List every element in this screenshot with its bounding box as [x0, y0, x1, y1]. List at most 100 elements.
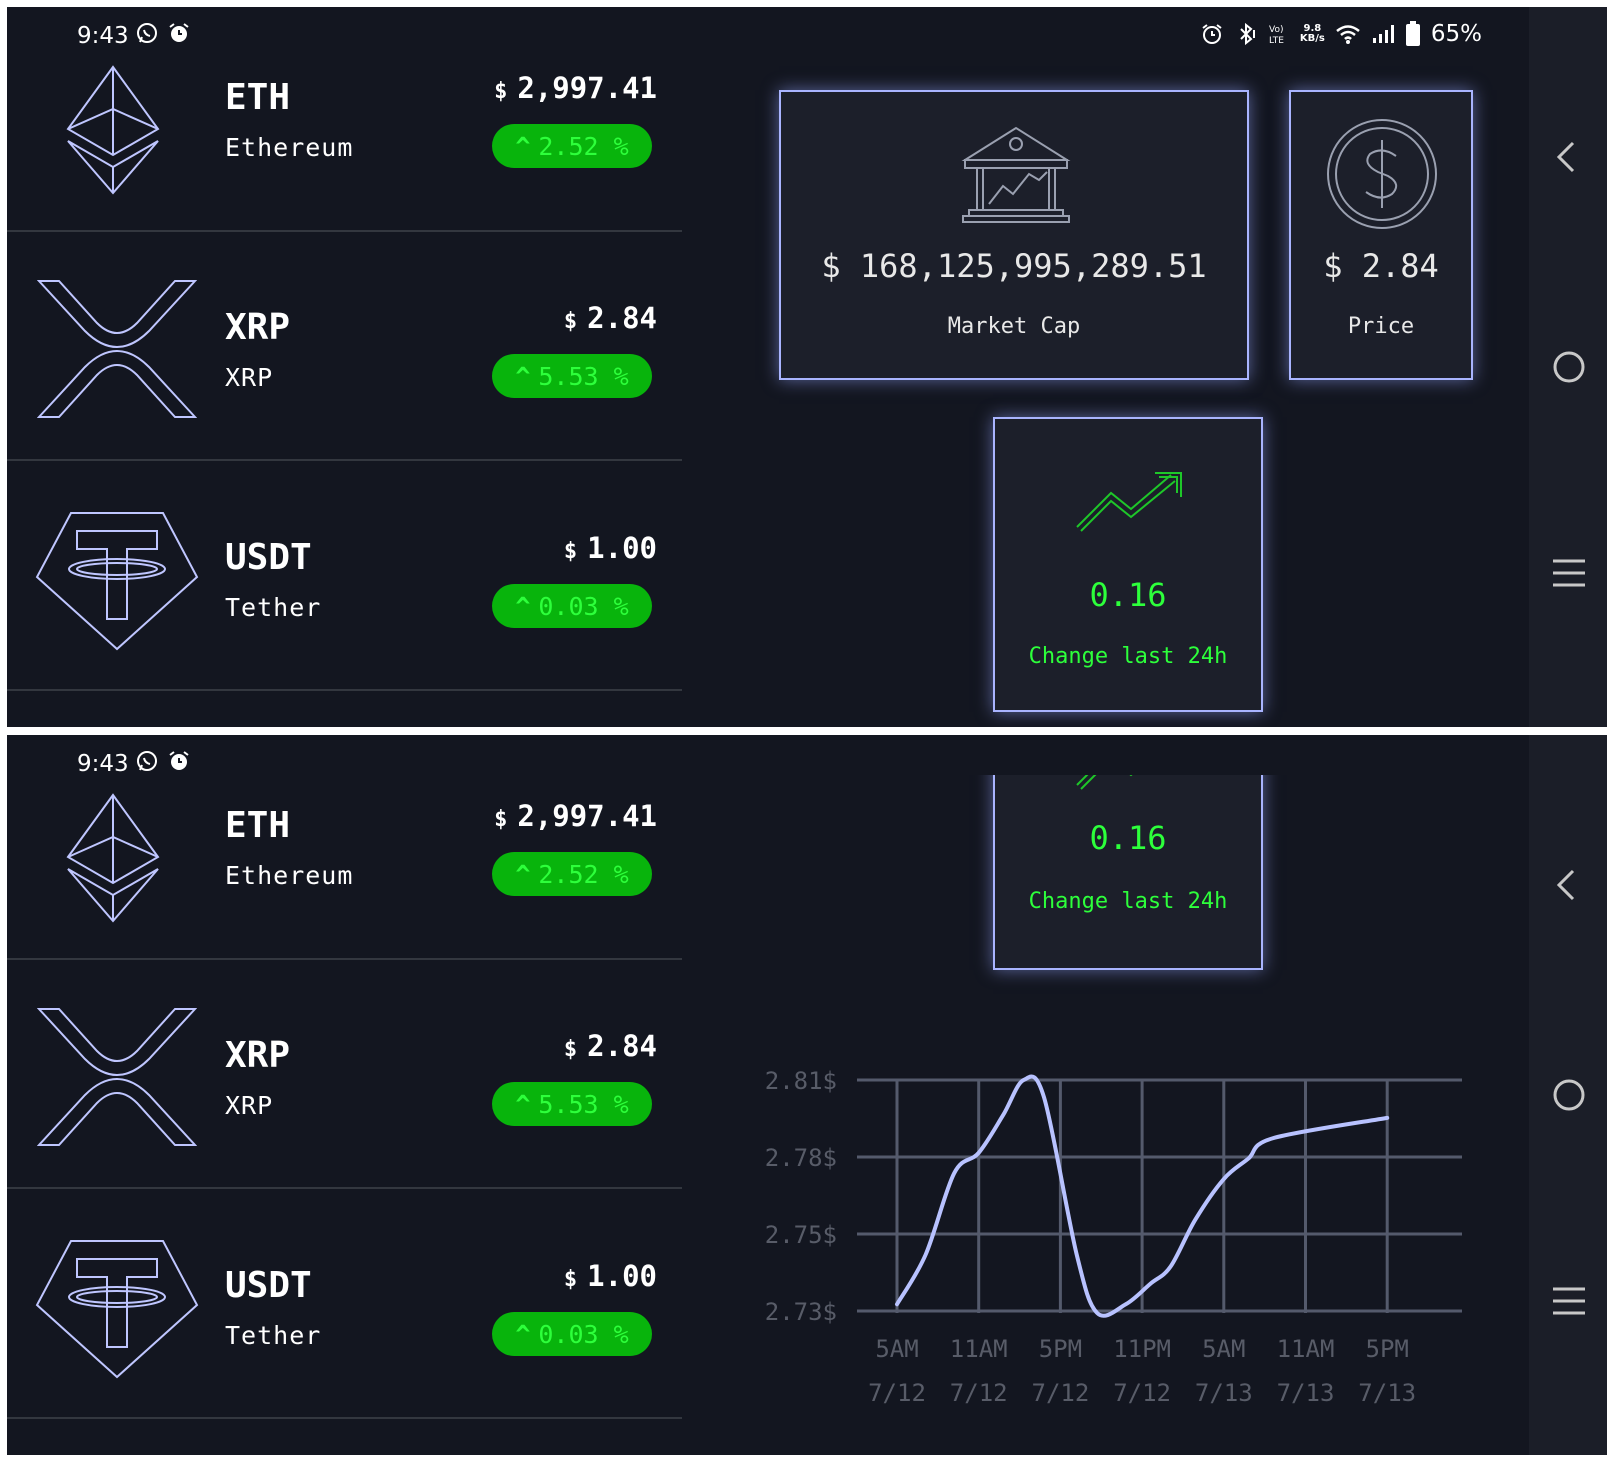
change-label: Change last 24h [1028, 644, 1228, 669]
system-navbar [1529, 735, 1607, 1455]
x-tick-time: 5AM [1202, 1335, 1245, 1363]
change-value: 0.16 [1089, 576, 1167, 614]
chevron-up-icon: ^ [515, 859, 531, 889]
bluetooth-icon [1240, 22, 1255, 46]
chevron-up-icon: ^ [515, 131, 531, 161]
coin-price: $2.84 [563, 301, 657, 335]
x-tick-time: 11PM [1113, 1335, 1171, 1363]
price-value: $ 2.84 [1323, 247, 1439, 285]
network-speed: 9.8 KB/s [1299, 23, 1325, 44]
divider [7, 1187, 682, 1189]
status-bar: 9:43 Vo) LTE 9.8 KB/s 65% [7, 7, 1527, 67]
coin-price: $2,997.41 [494, 799, 657, 833]
alarm-icon [169, 23, 189, 42]
price-label: Price [1347, 314, 1415, 339]
home-icon[interactable] [1549, 1075, 1589, 1115]
change-badge: ^ 0.03 % [492, 1312, 652, 1356]
trend-up-icon [1076, 472, 1182, 532]
xrp-icon [37, 280, 197, 418]
bank-chart-icon [961, 126, 1071, 223]
battery-icon [1405, 21, 1420, 46]
whatsapp-icon [137, 751, 157, 771]
battery-percent: 65% [1430, 21, 1482, 47]
x-tick-date: 7/12 [1032, 1379, 1090, 1407]
market-cap-card: $ 168,125,995,289.51 Market Cap [779, 90, 1249, 380]
status-time: 9:43 [77, 23, 129, 49]
divider [7, 1417, 682, 1419]
coin-symbol: USDT [225, 537, 312, 578]
recents-icon[interactable] [1549, 1281, 1589, 1321]
alarm-icon [169, 751, 189, 770]
coin-price: $2,997.41 [494, 71, 657, 105]
xrp-icon [37, 1008, 197, 1146]
price-card: $ 2.84 Price [1289, 90, 1473, 380]
coin-name: XRP [225, 363, 274, 392]
x-tick-time: 11AM [950, 1335, 1008, 1363]
coin-price: $2.84 [563, 1029, 657, 1063]
market-cap-label: Market Cap [947, 314, 1081, 339]
status-time: 9:43 [77, 751, 129, 777]
dollar-coin-icon [1327, 119, 1437, 229]
price-chart-svg: 2.81$ 2.78$ 2.75$ 2.73$ 5AM 7/12 11AM 7/12 5PM 7/… [765, 1067, 1462, 1407]
tether-icon [35, 512, 199, 651]
recents-icon[interactable] [1549, 553, 1589, 593]
y-tick-label: 2.75$ [765, 1221, 837, 1249]
coin-name: Tether [225, 593, 322, 622]
coin-price: $1.00 [563, 1259, 657, 1293]
market-cap-value: $ 168,125,995,289.51 [821, 247, 1207, 285]
change-badge: ^ 0.03 % [492, 584, 652, 628]
x-tick-time: 5AM [875, 1335, 918, 1363]
x-tick-date: 7/12 [868, 1379, 926, 1407]
x-tick-date: 7/13 [1195, 1379, 1253, 1407]
coin-symbol: USDT [225, 1265, 312, 1306]
divider [7, 689, 682, 691]
change-badge: ^ 5.53 % [492, 354, 652, 398]
coin-name: Ethereum [225, 133, 354, 162]
tether-icon [35, 1240, 199, 1379]
screenshot-bottom: 9:43 Vo)LTE 0KB/s 65% ETH Ethereum [7, 735, 1607, 1455]
signal-icon [1372, 25, 1394, 43]
y-tick-label: 2.78$ [765, 1144, 837, 1172]
coin-price: $1.00 [563, 531, 657, 565]
ethereum-icon [66, 65, 160, 195]
ethereum-icon [66, 793, 160, 923]
x-tick-date: 7/13 [1277, 1379, 1335, 1407]
change-card: 0.16 Change last 24h [993, 417, 1263, 712]
change-label: Change last 24h [1028, 889, 1228, 914]
screenshot-top: 9:43 Vo) LTE 9.8 KB/s 65% ETH Ethereum $… [7, 7, 1607, 727]
change-badge: ^ 5.53 % [492, 1082, 652, 1126]
back-icon[interactable] [1549, 865, 1589, 905]
x-tick-time: 5PM [1366, 1335, 1409, 1363]
coin-name: Tether [225, 1321, 322, 1350]
change-badge: ^ 2.52 % [492, 124, 652, 168]
divider [7, 459, 682, 461]
wifi-icon [1336, 25, 1360, 44]
chevron-up-icon: ^ [515, 591, 531, 621]
volte-icon: Vo)LTE [1269, 25, 1284, 46]
price-chart: 2.81$ 2.78$ 2.75$ 2.73$ 5AM 7/12 11AM 7/12 5PM 7/… [737, 1025, 1517, 1415]
chevron-up-icon: ^ [515, 1319, 531, 1349]
whatsapp-icon [137, 23, 157, 43]
chevron-up-icon: ^ [515, 361, 531, 391]
system-navbar [1529, 7, 1607, 727]
y-tick-label: 2.73$ [765, 1298, 837, 1326]
back-icon[interactable] [1549, 137, 1589, 177]
change-value: 0.16 [1089, 819, 1167, 857]
svg-text:LTE: LTE [1269, 36, 1284, 46]
coin-symbol: ETH [225, 805, 291, 846]
coin-symbol: XRP [225, 1035, 291, 1076]
alarm-outline-icon [1202, 24, 1222, 44]
x-tick-time: 11AM [1277, 1335, 1335, 1363]
change-badge: ^ 2.52 % [492, 852, 652, 896]
coin-name: XRP [225, 1091, 274, 1120]
chevron-up-icon: ^ [515, 1089, 531, 1119]
coin-symbol: XRP [225, 307, 291, 348]
x-tick-date: 7/12 [1113, 1379, 1171, 1407]
home-icon[interactable] [1549, 347, 1589, 387]
divider [7, 958, 682, 960]
svg-text:Vo): Vo) [1269, 25, 1283, 35]
coin-symbol: ETH [225, 77, 291, 118]
y-tick-label: 2.81$ [765, 1067, 837, 1095]
x-tick-date: 7/13 [1358, 1379, 1416, 1407]
x-tick-date: 7/12 [950, 1379, 1008, 1407]
